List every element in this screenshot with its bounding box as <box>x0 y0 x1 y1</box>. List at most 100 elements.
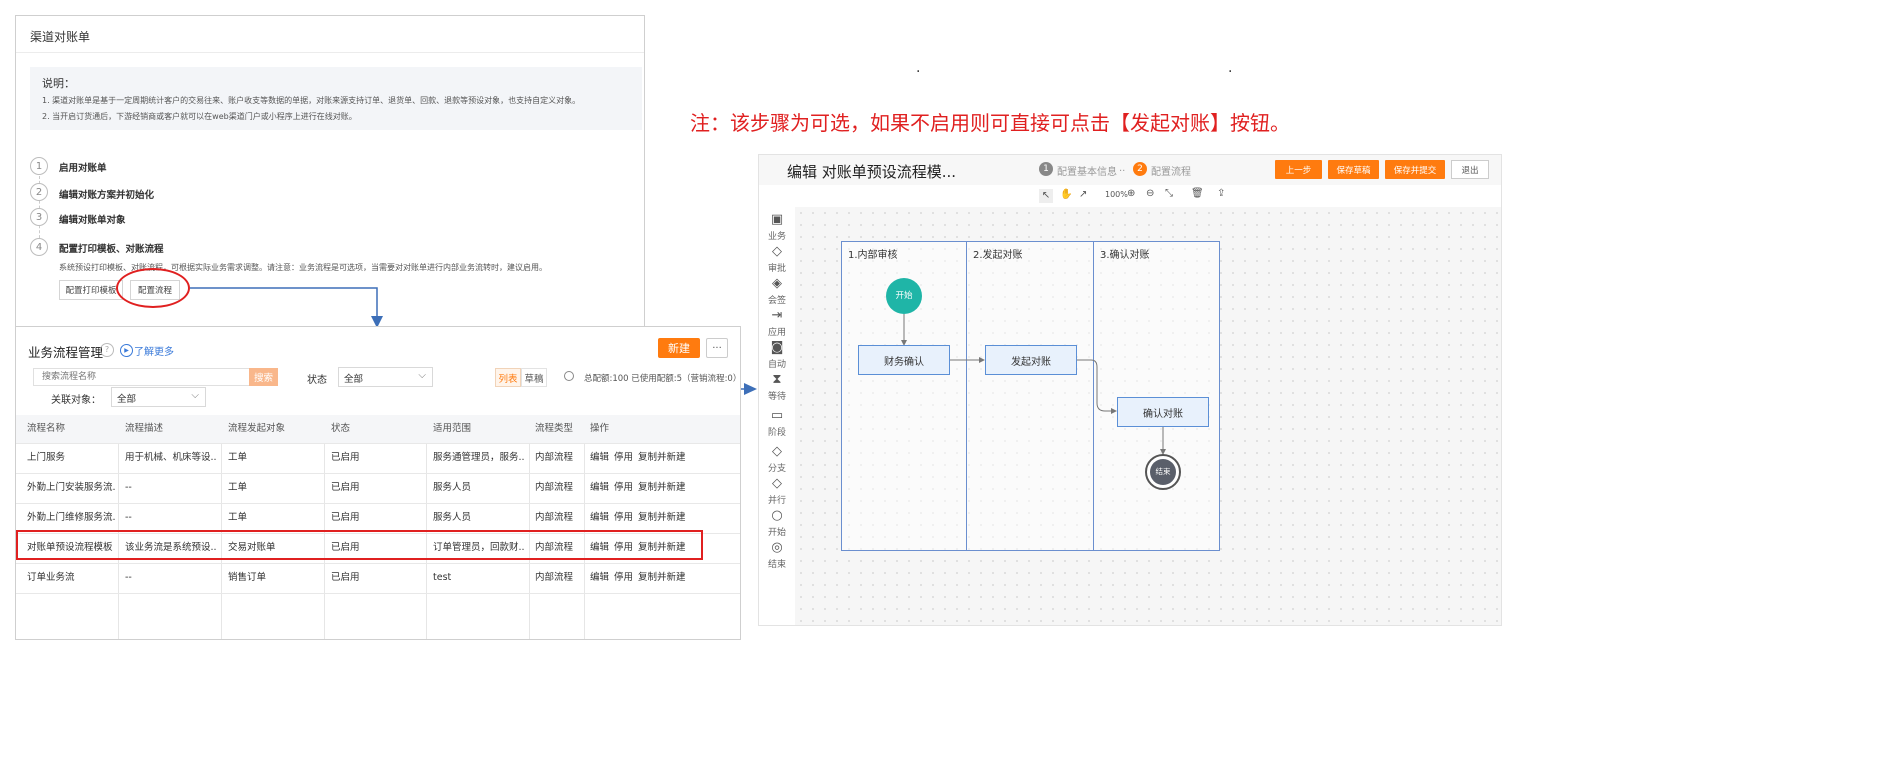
edit-link[interactable]: 编辑 <box>590 443 609 473</box>
edit-link[interactable]: 编辑 <box>590 473 609 503</box>
row-type: 内部流程 <box>535 572 574 583</box>
palette-label: 审批 <box>767 264 786 274</box>
new-flow-button[interactable]: 新建 <box>658 338 700 358</box>
palette-item-approve[interactable]: ◇ 审批 <box>759 244 795 275</box>
hand-tool-icon[interactable]: ✋ <box>1060 189 1072 200</box>
exit-button[interactable]: 退出 <box>1451 160 1489 179</box>
row-scope: 服务通管理员，服务... <box>433 452 525 463</box>
row-status: 已启用 <box>331 482 360 493</box>
more-button[interactable]: ··· <box>706 338 728 358</box>
settings-icon[interactable] <box>564 371 574 381</box>
step-separator: .. <box>1119 163 1126 174</box>
row-type: 内部流程 <box>535 452 574 463</box>
row-desc: -- <box>125 512 132 523</box>
end-node[interactable]: 结束 <box>1145 454 1181 490</box>
chevron-down-icon: ⌵ <box>418 370 426 381</box>
parallel-icon: ◇ <box>772 476 782 491</box>
step-2-badge: 2 <box>1133 162 1147 176</box>
row-desc: -- <box>125 572 132 583</box>
col-header: 操作 <box>590 423 610 434</box>
col-header: 流程名称 <box>27 423 66 434</box>
palette-label: 分支 <box>767 464 786 474</box>
step-1-badge: 1 <box>1039 162 1053 176</box>
fit-screen-icon[interactable]: ⤡ <box>1165 188 1173 199</box>
approve-icon: ◇ <box>772 244 782 259</box>
save-submit-button[interactable]: 保存并提交 <box>1385 160 1445 179</box>
connector-tool-icon[interactable]: ↗ <box>1079 189 1087 200</box>
palette-label: 结束 <box>767 560 786 570</box>
copy-new-link[interactable]: 复制并新建 <box>638 443 686 473</box>
search-button[interactable]: 搜索 <box>249 368 278 386</box>
palette-item-business[interactable]: ▣ 业务 <box>759 212 795 243</box>
branch-icon: ◇ <box>772 444 782 459</box>
palette-item-start[interactable]: ○ 开始 <box>759 509 795 539</box>
zoom-in-icon[interactable]: ⊕ <box>1127 188 1135 199</box>
col-header: 流程类型 <box>535 423 574 434</box>
countersign-icon: ◈ <box>772 276 782 291</box>
palette-item-wait[interactable]: ⧗ 等待 <box>759 373 795 403</box>
copy-new-link[interactable]: 复制并新建 <box>638 473 686 503</box>
palette-item-stage[interactable]: ▭ 阶段 <box>759 408 795 439</box>
save-draft-button[interactable]: 保存草稿 <box>1328 160 1379 179</box>
zoom-out-icon[interactable]: ⊖ <box>1146 188 1154 199</box>
tab-list[interactable]: 列表 <box>495 368 521 387</box>
search-input[interactable] <box>33 368 249 386</box>
select-tool-icon[interactable]: ↖ <box>1039 189 1053 203</box>
row-type: 内部流程 <box>535 482 574 493</box>
palette-item-branch[interactable]: ◇ 分支 <box>759 444 795 475</box>
highlight-rectangle <box>16 530 703 560</box>
stage-icon: ▭ <box>770 408 784 423</box>
app-icon: ⇥ <box>771 308 783 323</box>
assoc-object-select[interactable]: 全部 ⌵ <box>111 387 206 407</box>
step-2-label: 配置流程 <box>1151 167 1191 178</box>
row-type: 内部流程 <box>535 512 574 523</box>
assoc-object-value: 全部 <box>117 394 137 405</box>
row-status: 已启用 <box>331 572 360 583</box>
canvas-toolbar: ↖ ✋ ↗ 100% ⊕ ⊖ ⤡ 🗑 ⇪ <box>759 185 1501 208</box>
palette-label: 并行 <box>767 496 786 506</box>
tab-draft[interactable]: 草稿 <box>521 368 547 387</box>
disable-link[interactable]: 停用 <box>614 443 633 473</box>
disable-link[interactable]: 停用 <box>614 563 633 593</box>
status-select[interactable]: 全部 ⌵ <box>338 367 433 387</box>
palette-item-parallel[interactable]: ◇ 并行 <box>759 476 795 507</box>
flow-canvas[interactable]: 1.内部审核 2.发起对账 3.确认对账 开始 财务确认 发起对账 确认对账 结… <box>795 207 1501 625</box>
flow-table: 流程名称 流程描述 流程发起对象 状态 适用范围 流程类型 操作 上门服务 用于… <box>16 415 740 639</box>
palette-item-auto[interactable]: ◙ 自动 <box>759 340 795 371</box>
node-confirm-reconciliation[interactable]: 确认对账 <box>1117 397 1209 427</box>
help-icon[interactable]: ? <box>100 343 114 357</box>
row-name: 上门服务 <box>27 452 66 463</box>
table-row[interactable]: 订单业务流 -- 销售订单 已启用 test 内部流程 编辑 停用 复制并新建 <box>16 563 740 594</box>
palette-item-end[interactable]: ◎ 结束 <box>759 540 795 571</box>
edit-link[interactable]: 编辑 <box>590 563 609 593</box>
export-icon[interactable]: ⇪ <box>1217 188 1225 199</box>
edit-link[interactable]: 编辑 <box>590 503 609 533</box>
disable-link[interactable]: 停用 <box>614 503 633 533</box>
auto-icon: ◙ <box>770 340 784 355</box>
palette-label: 会签 <box>767 296 786 306</box>
assoc-object-label: 关联对象： <box>51 395 101 406</box>
disable-link[interactable]: 停用 <box>614 473 633 503</box>
palette-item-countersign[interactable]: ◈ 会签 <box>759 276 795 307</box>
row-desc: 用于机械、机床等设... <box>125 452 217 463</box>
palette-label: 开始 <box>767 528 786 538</box>
delete-icon[interactable]: 🗑 <box>1191 188 1204 199</box>
row-status: 已启用 <box>331 512 360 523</box>
editor-title: 编辑 对账单预设流程模... <box>787 163 957 181</box>
end-icon: ◎ <box>771 540 783 555</box>
table-row[interactable]: 上门服务 用于机械、机床等设... 工单 已启用 服务通管理员，服务... 内部… <box>16 443 740 474</box>
table-row[interactable]: 外勤上门安装服务流... -- 工单 已启用 服务人员 内部流程 编辑 停用 复… <box>16 473 740 504</box>
col-header: 流程发起对象 <box>228 423 286 434</box>
user-icon: ▣ <box>770 212 784 227</box>
node-finance-confirm[interactable]: 财务确认 <box>858 345 950 375</box>
copy-new-link[interactable]: 复制并新建 <box>638 503 686 533</box>
start-node[interactable]: 开始 <box>886 278 922 314</box>
learn-more-link[interactable]: 了解更多 <box>134 343 174 358</box>
zoom-level: 100% <box>1105 190 1128 199</box>
copy-new-link[interactable]: 复制并新建 <box>638 563 686 593</box>
flow-management-panel: 业务流程管理 ? ▶ 了解更多 新建 ··· 搜索 状态 全部 ⌵ 列表 草稿 … <box>15 326 741 640</box>
prev-step-button[interactable]: 上一步 <box>1275 160 1322 179</box>
play-icon[interactable]: ▶ <box>120 344 133 357</box>
palette-item-app[interactable]: ⇥ 应用 <box>759 308 795 339</box>
node-initiate-reconciliation[interactable]: 发起对账 <box>985 345 1077 375</box>
